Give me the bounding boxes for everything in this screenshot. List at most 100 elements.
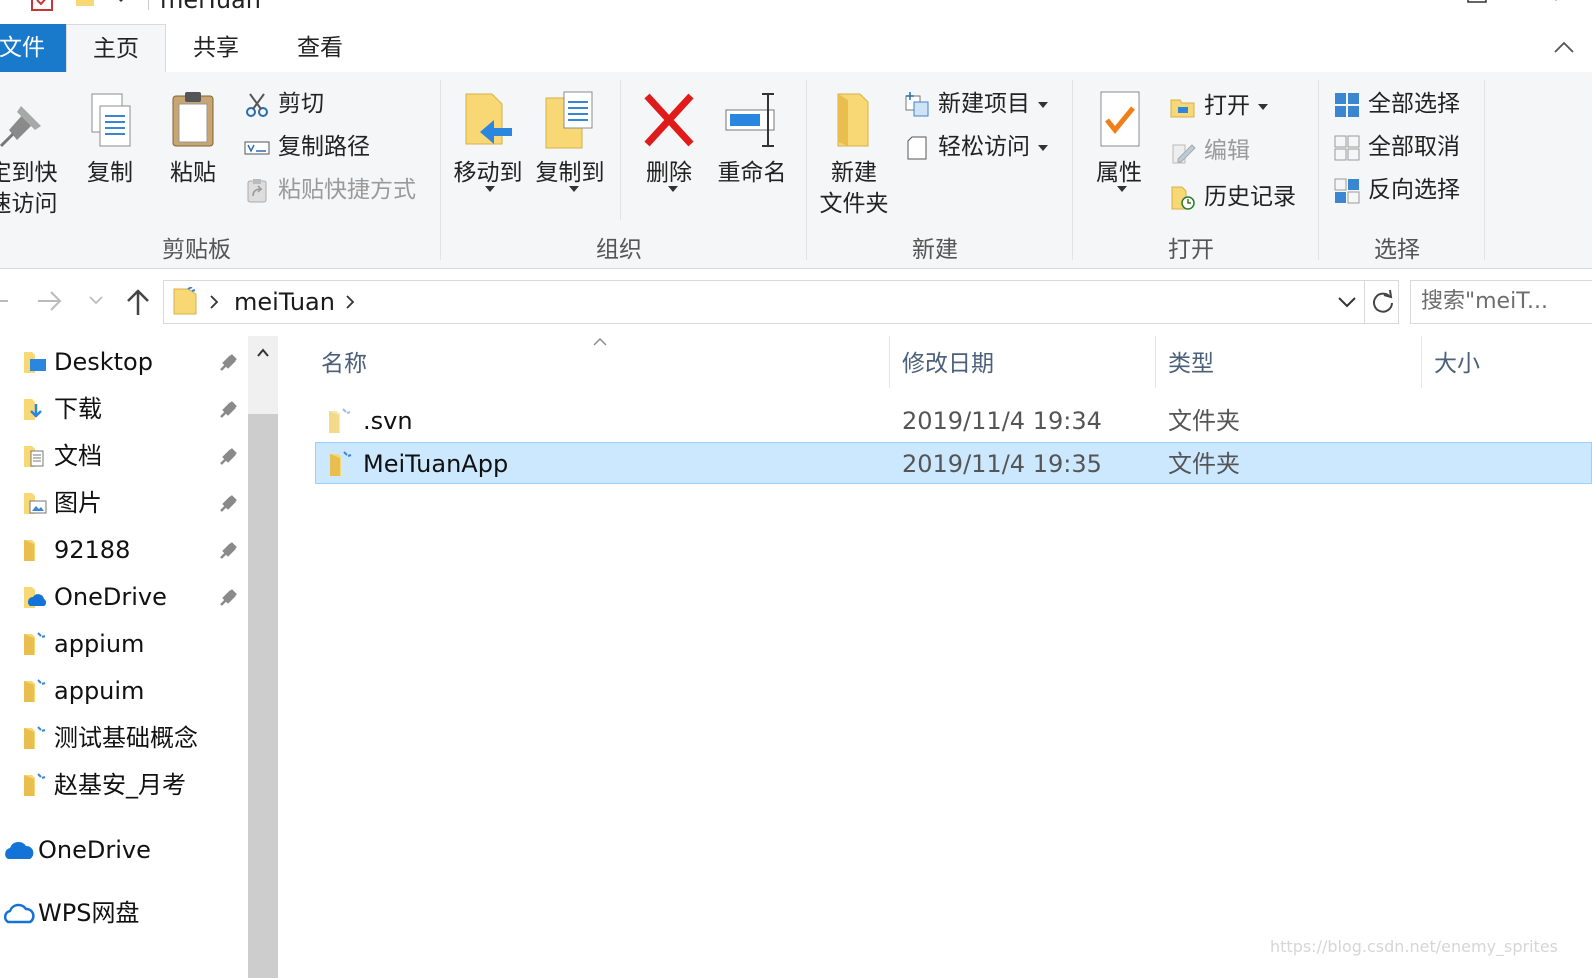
copy-to-button[interactable]: 复制到 bbox=[532, 90, 608, 189]
invert-selection-label: 反向选择 bbox=[1368, 177, 1460, 203]
pin-to-quick-access-label: 定到快 速访问 bbox=[0, 160, 58, 217]
copy-path-button[interactable]: 复制路径 bbox=[244, 129, 370, 165]
tab-view[interactable]: 查看 bbox=[270, 24, 370, 72]
nav-item-label: appium bbox=[54, 630, 145, 658]
column-divider[interactable] bbox=[1421, 336, 1422, 388]
invert-selection-button[interactable]: 反向选择 bbox=[1334, 172, 1460, 208]
navpane-scroll-thumb[interactable] bbox=[248, 414, 278, 978]
file-type: 文件夹 bbox=[1168, 450, 1240, 478]
nav-item-label: 文档 bbox=[54, 442, 102, 470]
rename-button[interactable]: 重命名 bbox=[712, 90, 792, 189]
up-arrow-icon[interactable] bbox=[124, 287, 152, 317]
column-divider[interactable] bbox=[889, 336, 890, 388]
paste-icon bbox=[172, 92, 214, 147]
open-button[interactable]: 打开 bbox=[1170, 88, 1268, 124]
move-to-button[interactable]: 移动到 bbox=[450, 90, 526, 189]
easy-access-icon bbox=[907, 136, 927, 159]
quick-access-save-icon[interactable] bbox=[30, 0, 54, 12]
paste-shortcut-icon bbox=[247, 178, 267, 202]
clipboard-group-label: 剪贴板 bbox=[162, 237, 231, 263]
new-item-dropdown-icon bbox=[1038, 101, 1048, 108]
address-bar[interactable]: meiTuan bbox=[163, 280, 1399, 324]
pin-icon[interactable] bbox=[218, 586, 240, 608]
column-header-row: 名称 修改日期 类型 大小 bbox=[285, 336, 1592, 392]
title-bar: meiTuan bbox=[0, 0, 1592, 24]
ribbon-tabs: 文件 主页 共享 查看 bbox=[0, 24, 1592, 74]
forward-arrow-icon[interactable] bbox=[36, 289, 64, 313]
breadcrumb-chevron-icon[interactable] bbox=[208, 293, 220, 311]
pin-icon[interactable] bbox=[218, 398, 240, 420]
copy-button[interactable]: 复制 bbox=[80, 90, 140, 189]
back-arrow-icon[interactable] bbox=[0, 291, 10, 311]
cut-button[interactable]: 剪切 bbox=[244, 86, 324, 122]
tab-home[interactable]: 主页 bbox=[66, 24, 166, 74]
window-title: meiTuan bbox=[160, 0, 261, 14]
copy-path-label: 复制路径 bbox=[278, 134, 370, 160]
collapse-ribbon-icon[interactable] bbox=[1552, 36, 1576, 60]
paste-shortcut-button[interactable]: 粘贴快捷方式 bbox=[244, 172, 416, 208]
new-folder-button[interactable]: 新建 文件夹 bbox=[814, 90, 894, 220]
address-dropdown-icon[interactable] bbox=[1336, 293, 1358, 311]
tab-share[interactable]: 共享 bbox=[166, 24, 266, 72]
downloads-folder-icon bbox=[24, 399, 42, 420]
delete-dropdown-icon[interactable] bbox=[668, 186, 678, 192]
svn-folder-icon bbox=[24, 773, 46, 796]
nav-item-label: WPS网盘 bbox=[38, 899, 140, 927]
properties-button[interactable]: 属性 bbox=[1084, 90, 1154, 189]
column-header-size[interactable]: 大小 bbox=[1434, 336, 1480, 392]
new-item-label: 新建项目 bbox=[938, 91, 1030, 117]
breadcrumb-segment[interactable]: meiTuan bbox=[234, 281, 335, 323]
pin-icon[interactable] bbox=[218, 351, 240, 373]
properties-dropdown-icon[interactable] bbox=[1117, 186, 1127, 192]
quick-access-dropdown-icon[interactable] bbox=[114, 0, 128, 4]
rename-icon bbox=[725, 93, 775, 147]
navigation-pane: Desktop 下载 文档 图片 92188 OneDrive appium a… bbox=[0, 336, 248, 978]
pin-icon[interactable] bbox=[218, 445, 240, 467]
ribbon-inner-separator bbox=[620, 80, 621, 220]
refresh-icon[interactable] bbox=[1370, 289, 1396, 315]
folder-icon bbox=[173, 287, 197, 315]
pictures-folder-icon bbox=[24, 493, 47, 514]
file-row-svn[interactable]: .svn 2019/11/4 19:34 文件夹 bbox=[315, 400, 1592, 442]
copy-to-dropdown-icon[interactable] bbox=[569, 186, 579, 192]
move-to-dropdown-icon[interactable] bbox=[485, 186, 495, 192]
pin-icon[interactable] bbox=[218, 539, 240, 561]
column-header-type[interactable]: 类型 bbox=[1168, 336, 1214, 392]
history-button[interactable]: 历史记录 bbox=[1170, 179, 1296, 215]
recent-locations-icon[interactable] bbox=[88, 295, 104, 307]
edit-button[interactable]: 编辑 bbox=[1170, 133, 1250, 169]
column-header-name[interactable]: 名称 bbox=[321, 336, 367, 392]
ribbon-separator bbox=[440, 80, 441, 260]
scroll-up-icon[interactable] bbox=[256, 346, 270, 360]
file-name: .svn bbox=[363, 407, 413, 435]
pin-icon[interactable] bbox=[218, 492, 240, 514]
paste-shortcut-label: 粘贴快捷方式 bbox=[278, 177, 416, 203]
file-row-meituanapp[interactable]: MeiTuanApp 2019/11/4 19:35 文件夹 bbox=[315, 442, 1592, 484]
maximize-icon[interactable] bbox=[1466, 0, 1490, 6]
nav-item-label: 下载 bbox=[54, 395, 102, 423]
wps-cloud-icon bbox=[3, 903, 35, 924]
search-box[interactable]: 搜索"meiT... bbox=[1410, 280, 1592, 324]
delete-button[interactable]: 删除 bbox=[636, 90, 702, 189]
cut-label: 剪切 bbox=[278, 91, 324, 117]
open-group-label: 打开 bbox=[1168, 237, 1214, 263]
pin-to-quick-access-button[interactable]: 定到快 速访问 bbox=[0, 90, 68, 220]
close-icon[interactable] bbox=[1544, 0, 1568, 6]
select-all-button[interactable]: 全部选择 bbox=[1334, 86, 1460, 122]
delete-label: 删除 bbox=[646, 160, 692, 186]
easy-access-button[interactable]: 轻松访问 bbox=[904, 129, 1048, 165]
paste-button[interactable]: 粘贴 bbox=[162, 90, 224, 189]
tab-file[interactable]: 文件 bbox=[0, 24, 66, 72]
nav-item-label: Desktop bbox=[54, 348, 153, 376]
copy-label: 复制 bbox=[87, 160, 133, 186]
breadcrumb-chevron-icon[interactable] bbox=[344, 293, 356, 311]
select-none-button[interactable]: 全部取消 bbox=[1334, 129, 1460, 165]
quick-access-folder-icon[interactable] bbox=[76, 0, 96, 8]
column-header-modified[interactable]: 修改日期 bbox=[902, 336, 994, 392]
nav-item-label: 赵基安_月考 bbox=[54, 771, 186, 799]
copy-path-icon bbox=[244, 141, 270, 154]
select-none-label: 全部取消 bbox=[1368, 134, 1460, 160]
column-divider[interactable] bbox=[1155, 336, 1156, 388]
nav-item-label: appuim bbox=[54, 677, 145, 705]
new-item-button[interactable]: 新建项目 bbox=[904, 86, 1048, 122]
